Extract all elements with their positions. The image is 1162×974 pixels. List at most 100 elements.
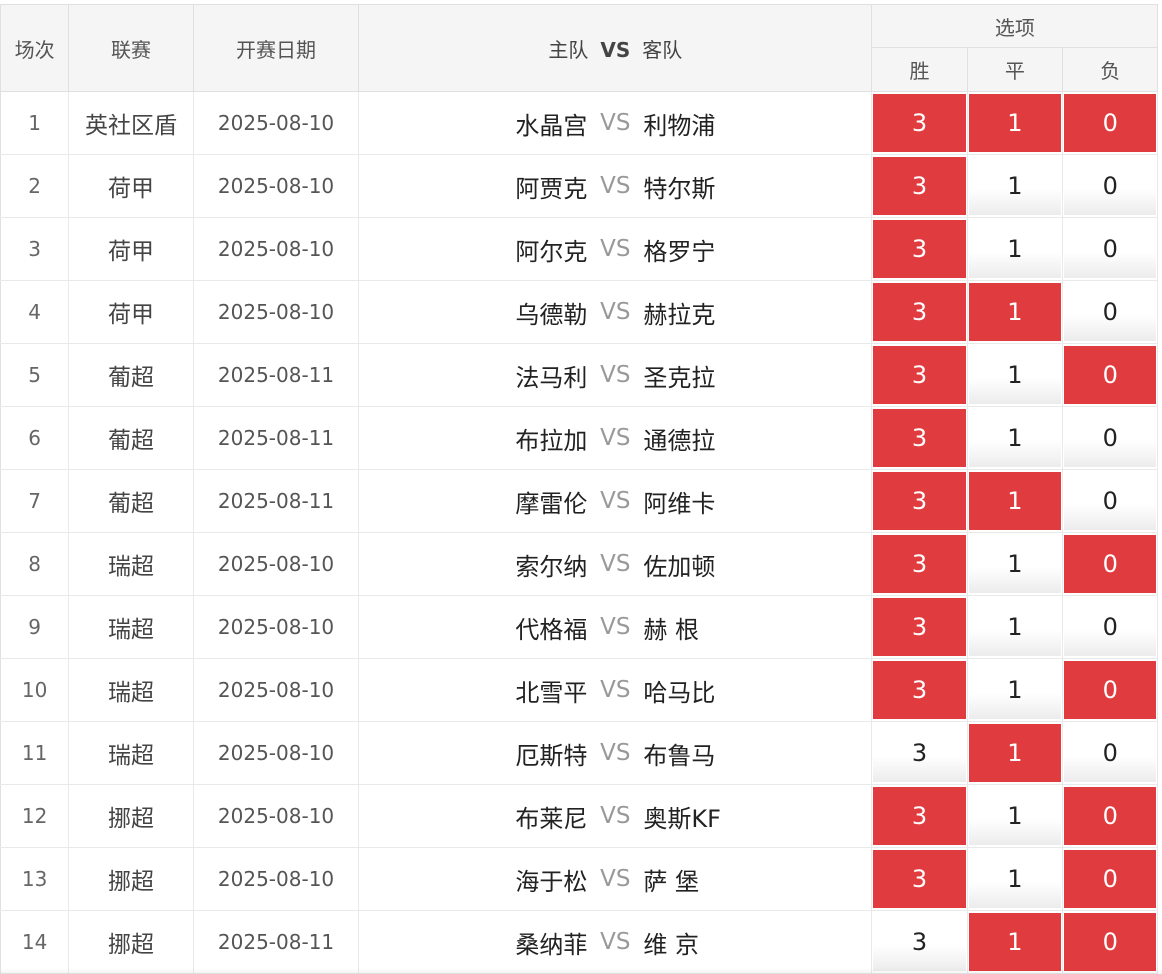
draw-option-button[interactable]: 1 (969, 598, 1061, 656)
match-date: 2025-08-11 (193, 911, 359, 974)
win-option-button[interactable]: 3 (873, 409, 965, 467)
win-option-button[interactable]: 3 (873, 94, 965, 152)
row-spacer (1158, 344, 1162, 407)
league-name: 挪超 (69, 848, 193, 911)
lose-cell: 0 (1063, 407, 1158, 470)
lose-option-button[interactable]: 0 (1064, 346, 1156, 404)
draw-option-button[interactable]: 1 (969, 283, 1061, 341)
row-spacer (1158, 659, 1162, 722)
match-teams: 乌德勒VS赫拉克 (359, 281, 872, 344)
row-spacer (1158, 155, 1162, 218)
win-option-button[interactable]: 3 (873, 157, 965, 215)
lose-cell: 0 (1063, 785, 1158, 848)
league-name: 瑞超 (69, 596, 193, 659)
draw-cell: 1 (967, 848, 1062, 911)
win-option-button[interactable]: 3 (873, 724, 965, 782)
away-team: 布鲁马 (643, 736, 727, 771)
match-date: 2025-08-10 (193, 281, 359, 344)
lose-option-button[interactable]: 0 (1064, 220, 1156, 278)
draw-option-button[interactable]: 1 (969, 661, 1061, 719)
win-option-button[interactable]: 3 (873, 598, 965, 656)
match-date: 2025-08-10 (193, 155, 359, 218)
table-body: 1英社区盾2025-08-10水晶宫VS利物浦3102荷甲2025-08-10阿… (1, 92, 1162, 974)
win-option-button[interactable]: 3 (873, 661, 965, 719)
win-cell: 3 (872, 344, 967, 407)
home-team: 海于松 (503, 862, 587, 897)
away-team: 赫 根 (643, 610, 727, 645)
draw-option-button[interactable]: 1 (969, 346, 1061, 404)
match-teams: 海于松VS萨 堡 (359, 848, 872, 911)
row-spacer (1158, 281, 1162, 344)
league-name: 挪超 (69, 785, 193, 848)
win-option-button[interactable]: 3 (873, 913, 965, 971)
match-date: 2025-08-10 (193, 848, 359, 911)
win-option-button[interactable]: 3 (873, 346, 965, 404)
draw-option-button[interactable]: 1 (969, 850, 1061, 908)
round-number: 12 (1, 785, 69, 848)
lose-option-button[interactable]: 0 (1064, 535, 1156, 593)
match-teams: 布莱尼VS奥斯KF (359, 785, 872, 848)
header-lose: 负 (1063, 48, 1158, 92)
league-name: 荷甲 (69, 218, 193, 281)
win-option-button[interactable]: 3 (873, 220, 965, 278)
league-name: 荷甲 (69, 155, 193, 218)
draw-option-button[interactable]: 1 (969, 94, 1061, 152)
lose-option-button[interactable]: 0 (1064, 661, 1156, 719)
draw-option-button[interactable]: 1 (969, 787, 1061, 845)
draw-cell: 1 (967, 911, 1062, 974)
match-teams: 桑纳菲VS维 京 (359, 911, 872, 974)
league-name: 英社区盾 (69, 92, 193, 155)
lose-cell: 0 (1063, 92, 1158, 155)
win-cell: 3 (872, 407, 967, 470)
lose-option-button[interactable]: 0 (1064, 409, 1156, 467)
draw-option-button[interactable]: 1 (969, 535, 1061, 593)
win-option-button[interactable]: 3 (873, 787, 965, 845)
draw-option-button[interactable]: 1 (969, 157, 1061, 215)
draw-option-button[interactable]: 1 (969, 472, 1061, 530)
draw-cell: 1 (967, 722, 1062, 785)
vs-label: VS (587, 614, 643, 640)
header-date: 开赛日期 (193, 5, 359, 92)
draw-option-button[interactable]: 1 (969, 913, 1061, 971)
lose-option-button[interactable]: 0 (1064, 850, 1156, 908)
table-header: 场次 联赛 开赛日期 主队VS客队 选项 胜 平 负 (1, 5, 1162, 92)
draw-option-button[interactable]: 1 (969, 724, 1061, 782)
lose-option-button[interactable]: 0 (1064, 913, 1156, 971)
win-option-button[interactable]: 3 (873, 850, 965, 908)
header-away: 客队 (642, 38, 682, 62)
lose-cell: 0 (1063, 344, 1158, 407)
header-options: 选项 (872, 5, 1158, 48)
round-number: 5 (1, 344, 69, 407)
lose-option-button[interactable]: 0 (1064, 724, 1156, 782)
lose-option-button[interactable]: 0 (1064, 472, 1156, 530)
league-name: 葡超 (69, 407, 193, 470)
round-number: 9 (1, 596, 69, 659)
lose-option-button[interactable]: 0 (1064, 787, 1156, 845)
draw-option-button[interactable]: 1 (969, 409, 1061, 467)
draw-cell: 1 (967, 281, 1062, 344)
win-option-button[interactable]: 3 (873, 283, 965, 341)
lose-cell: 0 (1063, 533, 1158, 596)
win-option-button[interactable]: 3 (873, 535, 965, 593)
lose-option-button[interactable]: 0 (1064, 598, 1156, 656)
bottom-shade (0, 968, 1162, 974)
table-row: 3荷甲2025-08-10阿尔克VS格罗宁310 (1, 218, 1162, 281)
match-date: 2025-08-10 (193, 533, 359, 596)
win-option-button[interactable]: 3 (873, 472, 965, 530)
match-teams: 法马利VS圣克拉 (359, 344, 872, 407)
table-row: 5葡超2025-08-11法马利VS圣克拉310 (1, 344, 1162, 407)
win-cell: 3 (872, 92, 967, 155)
lose-option-button[interactable]: 0 (1064, 283, 1156, 341)
win-cell: 3 (872, 785, 967, 848)
table-row: 1英社区盾2025-08-10水晶宫VS利物浦310 (1, 92, 1162, 155)
match-date: 2025-08-10 (193, 659, 359, 722)
home-team: 法马利 (503, 358, 587, 393)
round-number: 8 (1, 533, 69, 596)
lose-option-button[interactable]: 0 (1064, 157, 1156, 215)
home-team: 北雪平 (503, 673, 587, 708)
draw-option-button[interactable]: 1 (969, 220, 1061, 278)
match-date: 2025-08-10 (193, 785, 359, 848)
draw-cell: 1 (967, 218, 1062, 281)
lose-option-button[interactable]: 0 (1064, 94, 1156, 152)
home-team: 阿尔克 (503, 232, 587, 267)
